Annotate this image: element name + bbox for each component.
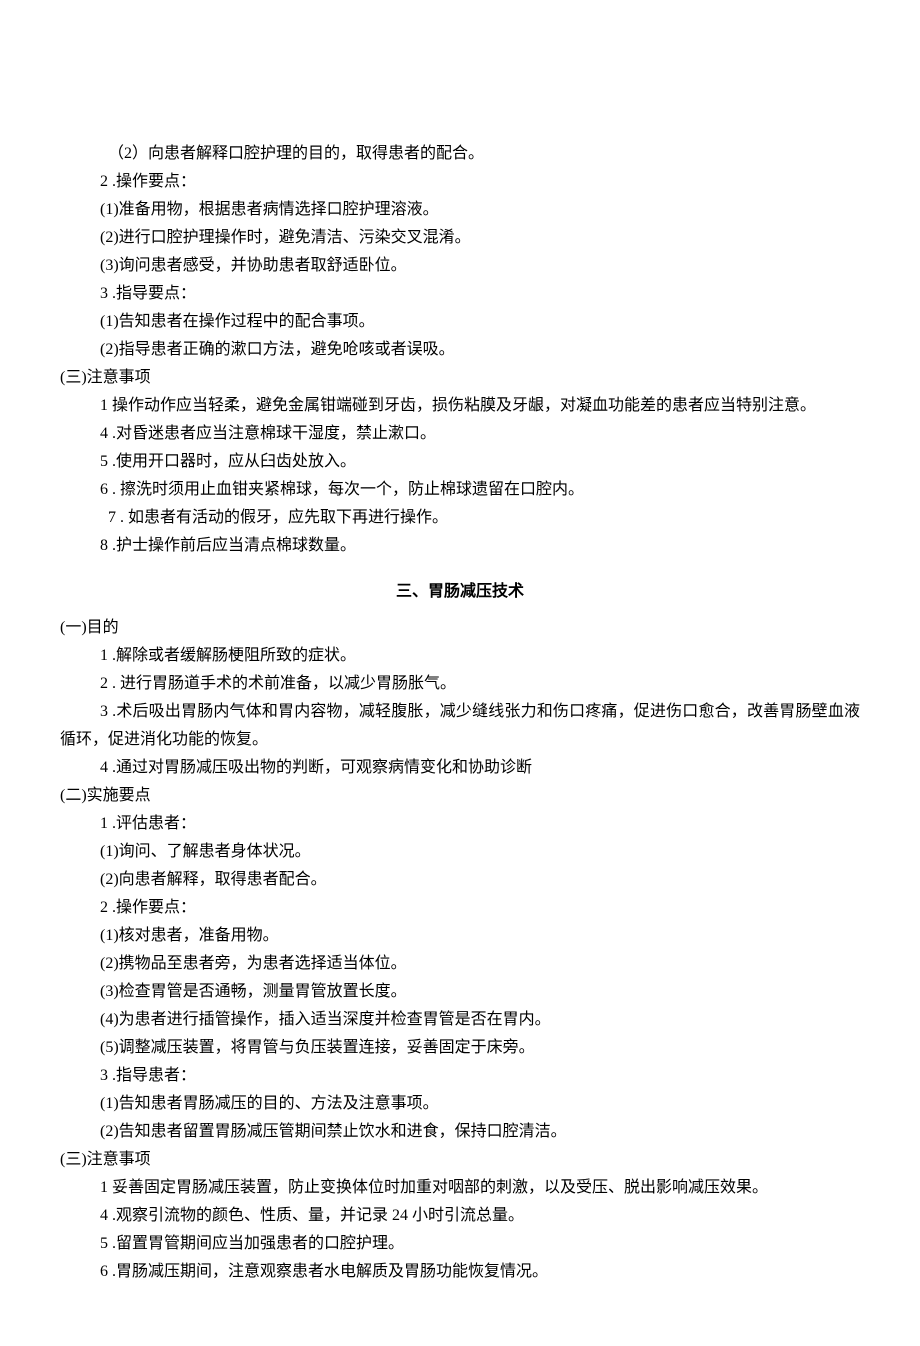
paragraph: (2)进行口腔护理操作时，避免清洁、污染交叉混淆。 [60, 224, 860, 252]
paragraph: (1)核对患者，准备用物。 [60, 922, 860, 950]
main-title-section-3: 三、胃肠减压技术 [60, 578, 860, 606]
paragraph: 4 .通过对胃肠减压吸出物的判断，可观察病情变化和协助诊断 [60, 754, 860, 782]
paragraph: 4 .观察引流物的颜色、性质、量，并记录 24 小时引流总量。 [60, 1202, 860, 1230]
paragraph: 2 .操作要点： [60, 894, 860, 922]
paragraph: 7 . 如患者有活动的假牙，应先取下再进行操作。 [60, 504, 860, 532]
paragraph: (2)指导患者正确的漱口方法，避免呛咳或者误吸。 [60, 336, 860, 364]
document-body: （2）向患者解释口腔护理的目的，取得患者的配合。 2 .操作要点： (1)准备用… [60, 140, 860, 1286]
paragraph: (2)向患者解释，取得患者配合。 [60, 866, 860, 894]
paragraph: 1 .评估患者： [60, 810, 860, 838]
paragraph: 5 .使用开口器时，应从臼齿处放入。 [60, 448, 860, 476]
paragraph: (2)携物品至患者旁，为患者选择适当体位。 [60, 950, 860, 978]
paragraph: (1)告知患者在操作过程中的配合事项。 [60, 308, 860, 336]
section-heading-keypoints: (二)实施要点 [60, 782, 860, 810]
paragraph: 8 .护士操作前后应当清点棉球数量。 [60, 532, 860, 560]
paragraph: (1)告知患者胃肠减压的目的、方法及注意事项。 [60, 1090, 860, 1118]
paragraph: 1 .解除或者缓解肠梗阻所致的症状。 [60, 642, 860, 670]
paragraph: 3 .指导患者： [60, 1062, 860, 1090]
paragraph: 3 .指导要点： [60, 280, 860, 308]
paragraph: 4 .对昏迷患者应当注意棉球干湿度，禁止漱口。 [60, 420, 860, 448]
paragraph: (4)为患者进行插管操作，插入适当深度并检查胃管是否在胃内。 [60, 1006, 860, 1034]
paragraph: 6 . 擦洗时须用止血钳夹紧棉球，每次一个，防止棉球遗留在口腔内。 [60, 476, 860, 504]
paragraph: 1 妥善固定胃肠减压装置，防止变换体位时加重对咽部的刺激，以及受压、脱出影响减压… [60, 1174, 860, 1202]
paragraph: (1)询问、了解患者身体状况。 [60, 838, 860, 866]
section-heading-purpose: (一)目的 [60, 614, 860, 642]
paragraph: (2)告知患者留置胃肠减压管期间禁止饮水和进食，保持口腔清洁。 [60, 1118, 860, 1146]
paragraph: 2 .操作要点： [60, 168, 860, 196]
paragraph: （2）向患者解释口腔护理的目的，取得患者的配合。 [60, 140, 860, 168]
paragraph: 1 操作动作应当轻柔，避免金属钳端碰到牙齿，损伤粘膜及牙龈，对凝血功能差的患者应… [60, 392, 860, 420]
paragraph: 6 .胃肠减压期间，注意观察患者水电解质及胃肠功能恢复情况。 [60, 1258, 860, 1286]
paragraph: 3 .术后吸出胃肠内气体和胃内容物，减轻腹胀，减少缝线张力和伤口疼痛，促进伤口愈… [60, 698, 860, 754]
paragraph: (3)检查胃管是否通畅，测量胃管放置长度。 [60, 978, 860, 1006]
paragraph: 5 .留置胃管期间应当加强患者的口腔护理。 [60, 1230, 860, 1258]
section-heading-precautions: (三)注意事项 [60, 1146, 860, 1174]
paragraph: (1)准备用物，根据患者病情选择口腔护理溶液。 [60, 196, 860, 224]
paragraph: 2 . 进行胃肠道手术的术前准备，以减少胃肠胀气。 [60, 670, 860, 698]
paragraph: (3)询问患者感受，并协助患者取舒适卧位。 [60, 252, 860, 280]
section-heading-precautions: (三)注意事项 [60, 364, 860, 392]
paragraph: (5)调整减压装置，将胃管与负压装置连接，妥善固定于床旁。 [60, 1034, 860, 1062]
